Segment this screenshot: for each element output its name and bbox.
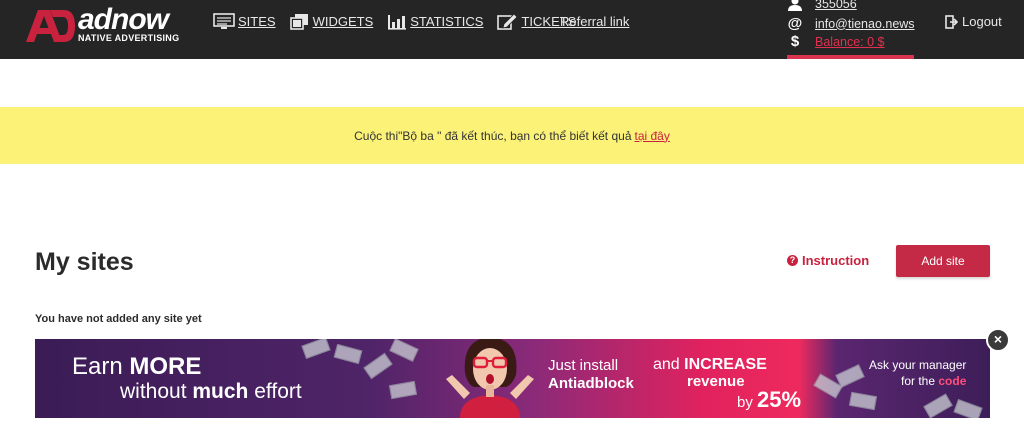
- account-email[interactable]: info@tienao.news: [815, 17, 915, 31]
- account-underline-bar: [787, 55, 914, 59]
- account-balance-row: $ Balance: 0 $: [786, 33, 885, 50]
- banner-by-text: by 25%: [737, 387, 802, 412]
- nav-label-widgets: WIDGETS: [312, 14, 374, 29]
- bill-decoration: [923, 393, 953, 418]
- logout-label: Logout: [962, 14, 1002, 29]
- instruction-link[interactable]: ? Instruction: [787, 253, 869, 268]
- nav-item-widgets[interactable]: WIDGETS: [289, 13, 374, 30]
- referral-link[interactable]: Referral link: [560, 14, 629, 29]
- account-email-row: @ info@tienao.news: [786, 15, 915, 32]
- notice-link[interactable]: tại đây: [635, 129, 670, 143]
- banner-code-text: for the code: [901, 374, 967, 388]
- nav-label-sites: SITES: [238, 14, 276, 29]
- banner-increase-text: and INCREASE: [653, 356, 767, 373]
- logo-wordmark: adnow: [78, 3, 169, 36]
- notice-banner: Cuộc thi"Bộ ba " đã kết thúc, bạn có thể…: [0, 107, 1024, 164]
- bill-decoration: [363, 352, 393, 380]
- monitor-icon: [213, 13, 235, 29]
- instruction-label: Instruction: [802, 253, 870, 268]
- add-site-button[interactable]: Add site: [896, 245, 990, 277]
- empty-sites-message: You have not added any site yet: [35, 313, 202, 325]
- banner-just-install: Just install: [548, 357, 619, 374]
- bill-decoration: [953, 398, 983, 418]
- logout-icon: [945, 14, 958, 29]
- bar-chart-icon: [388, 15, 407, 30]
- nav-item-statistics[interactable]: STATISTICS: [387, 13, 483, 30]
- bill-decoration: [388, 380, 418, 400]
- account-id[interactable]: 355056: [815, 0, 857, 11]
- banner-ask-text: Ask your manager: [869, 358, 967, 372]
- bill-decoration: [835, 364, 865, 388]
- edit-icon: [497, 13, 519, 30]
- notice-text: Cuộc thi"Bộ ba " đã kết thúc, bạn có thể…: [354, 128, 632, 143]
- page-title: My sites: [35, 248, 134, 276]
- bill-decoration: [389, 339, 419, 362]
- promo-banner[interactable]: Earn MORE without much effort Just insta…: [35, 339, 990, 418]
- main-nav: SITES WIDGETS STATISTICS TICKETS: [213, 13, 590, 30]
- top-header: adnow NATIVE ADVERTISING SITES WIDGETS S…: [0, 0, 1024, 59]
- nav-label-statistics: STATISTICS: [410, 14, 484, 29]
- banner-without-text: without much effort: [120, 380, 302, 403]
- banner-antiadblock: Antiadblock: [548, 375, 634, 392]
- adnow-logo[interactable]: adnow NATIVE ADVERTISING: [24, 3, 184, 48]
- nav-item-sites[interactable]: SITES: [213, 13, 276, 30]
- logo-mark-icon: [26, 10, 75, 42]
- at-icon: @: [787, 15, 803, 32]
- question-icon: ?: [787, 255, 798, 266]
- logo-tagline: NATIVE ADVERTISING: [78, 33, 180, 43]
- user-icon: [786, 0, 804, 11]
- account-id-row: 355056: [786, 0, 857, 11]
- bill-decoration: [848, 391, 878, 411]
- account-balance[interactable]: Balance: 0 $: [815, 35, 885, 49]
- banner-revenue-text: revenue: [687, 373, 745, 390]
- banner-earn-text: Earn MORE: [72, 353, 202, 380]
- account-panel: 355056 @ info@tienao.news $ Balance: 0 $: [786, 0, 915, 59]
- banner-close-icon[interactable]: ×: [986, 328, 1010, 352]
- woman-photo-icon: [446, 339, 534, 418]
- widgets-icon: [289, 14, 308, 30]
- logout-button[interactable]: Logout: [945, 14, 1002, 29]
- dollar-icon: $: [790, 33, 800, 50]
- bill-decoration: [301, 339, 331, 360]
- bill-decoration: [333, 343, 363, 365]
